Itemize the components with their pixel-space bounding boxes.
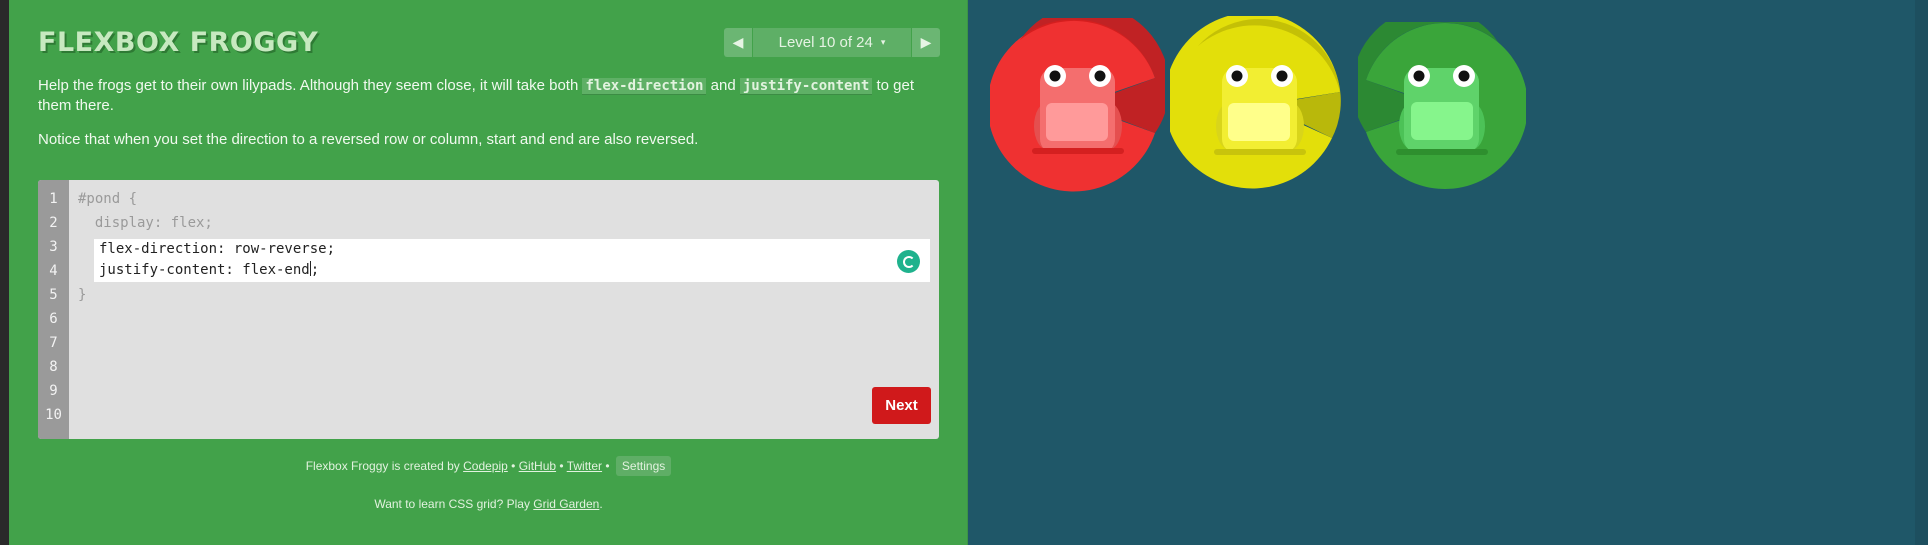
triangle-right-icon: ▶ [920, 34, 932, 50]
twitter-link[interactable]: Twitter [567, 459, 602, 473]
instructions: Help the frogs get to their own lilypads… [38, 76, 938, 164]
grid-garden-link[interactable]: Grid Garden [533, 497, 599, 511]
line-number: 2 [49, 215, 58, 231]
codepip-link[interactable]: Codepip [463, 459, 508, 473]
instruction-text: Help the frogs get to their own lilypads… [38, 77, 583, 94]
credits-line: Flexbox Froggy is created by Codepip • G… [9, 456, 968, 476]
input-line-justify-content[interactable]: justify-content: flex-end; [99, 261, 319, 278]
input-text: ; [310, 262, 320, 278]
separator: • [507, 459, 519, 473]
line-number: 7 [49, 335, 58, 351]
separator: • [602, 459, 613, 473]
code-line-display: display: flex; [78, 215, 213, 231]
sidebar: FLEXBOX FROGGY ◀ Level 10 of 24 ▾ ▶ Help… [9, 0, 968, 545]
green-lilypad-frog [1358, 22, 1526, 189]
yellow-lilypad-frog [1170, 16, 1341, 189]
level-navigation: ◀ Level 10 of 24 ▾ ▶ [724, 28, 940, 57]
instruction-paragraph-1: Help the frogs get to their own lilypads… [38, 76, 938, 115]
separator: • [556, 459, 567, 473]
code-line-pond-open: #pond { [78, 191, 138, 207]
instruction-paragraph-2: Notice that when you set the direction t… [38, 131, 699, 148]
grid-garden-promo: Want to learn CSS grid? Play Grid Garden… [9, 497, 968, 511]
promo-text: Want to learn CSS grid? Play [374, 497, 534, 511]
line-number: 9 [49, 383, 58, 399]
next-button[interactable]: Next [872, 387, 931, 424]
caret-down-icon: ▾ [880, 37, 886, 47]
line-number: 3 [49, 239, 58, 255]
window-left-edge [0, 0, 9, 545]
app-title: FLEXBOX FROGGY [38, 27, 319, 58]
line-number-gutter: 1 2 3 4 5 6 7 8 9 10 [38, 180, 69, 439]
promo-text: . [599, 497, 603, 511]
window-right-edge [1915, 0, 1928, 545]
css-input-area[interactable]: flex-direction: row-reverse; justify-con… [94, 239, 930, 282]
line-number: 4 [49, 263, 58, 279]
credit-text: Flexbox Froggy is created by [305, 459, 464, 473]
code-term-flex-direction: flex-direction [582, 78, 707, 95]
settings-button[interactable]: Settings [615, 456, 672, 476]
line-number: 6 [49, 311, 58, 327]
red-lilypad-frog [990, 18, 1165, 192]
level-indicator-dropdown[interactable]: Level 10 of 24 ▾ [753, 28, 911, 57]
code-editor: 1 2 3 4 5 6 7 8 9 10 #pond { display: fl… [38, 180, 939, 439]
code-line-pond-close: } [78, 287, 87, 303]
line-number: 5 [49, 287, 58, 303]
next-level-button[interactable]: ▶ [912, 28, 940, 57]
pond [968, 0, 1928, 545]
level-label: Level 10 of 24 [778, 34, 873, 51]
line-number: 10 [45, 407, 62, 423]
input-text: justify-content: flex-end [99, 262, 310, 278]
previous-level-button[interactable]: ◀ [724, 28, 752, 57]
line-number: 1 [49, 191, 58, 207]
code-term-justify-content: justify-content [739, 78, 873, 95]
github-link[interactable]: GitHub [519, 459, 556, 473]
line-number: 8 [49, 359, 58, 375]
input-line-flex-direction[interactable]: flex-direction: row-reverse; [99, 241, 335, 257]
instruction-text: and [706, 77, 740, 94]
grammar-assistant-icon[interactable] [897, 250, 920, 273]
triangle-left-icon: ◀ [732, 34, 744, 50]
